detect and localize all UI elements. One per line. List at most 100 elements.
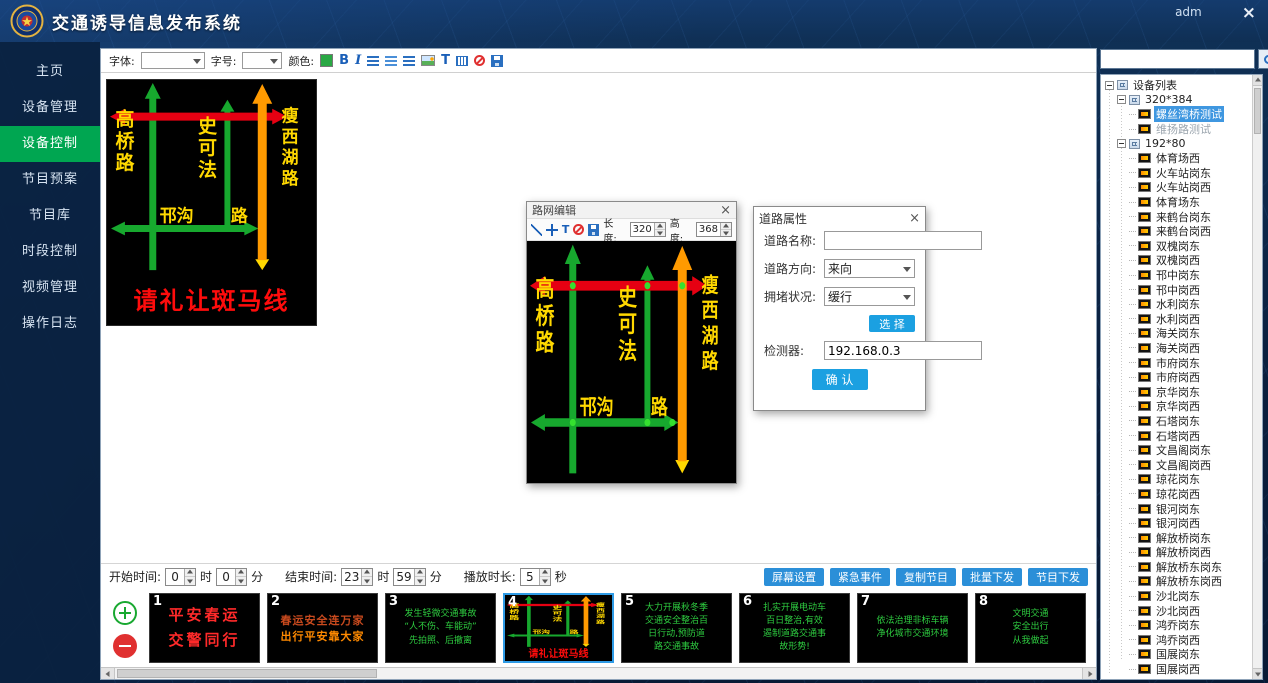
road-name-input[interactable] xyxy=(824,231,982,250)
sidebar-item[interactable]: 设备控制 xyxy=(0,126,100,162)
scroll-down-arrow-icon[interactable] xyxy=(1253,668,1262,679)
scroll-left-arrow-icon[interactable] xyxy=(101,668,115,679)
device-group[interactable]: 192*80 xyxy=(1105,136,1252,151)
action-button[interactable]: 紧急事件 xyxy=(830,568,890,586)
delete-icon[interactable] xyxy=(573,224,584,235)
font-select[interactable] xyxy=(141,52,205,69)
italic-button[interactable]: I xyxy=(355,54,361,67)
device-tree-item[interactable]: 琼花岗东 xyxy=(1105,472,1252,487)
expand-toggle-icon[interactable] xyxy=(1117,95,1126,104)
program-thumbnail[interactable]: 6扎实开展电动车百日整治,有效遏制道路交通事故形势! xyxy=(739,593,850,663)
expand-toggle-icon[interactable] xyxy=(1105,81,1114,90)
select-detector-button[interactable]: 选 择 xyxy=(869,315,915,332)
device-tree-item[interactable]: 琼花岗西 xyxy=(1105,487,1252,502)
device-tree-item[interactable]: 双槐岗东 xyxy=(1105,239,1252,254)
device-tree-item[interactable]: 石塔岗东 xyxy=(1105,414,1252,429)
remove-program-button[interactable] xyxy=(113,634,137,658)
sidebar-item[interactable]: 节目预案 xyxy=(0,162,100,198)
device-tree-item[interactable]: 体育场西 xyxy=(1105,151,1252,166)
device-tree-item[interactable]: 解放桥东岗东 xyxy=(1105,560,1252,575)
device-tree-item[interactable]: 螺丝湾桥测试 xyxy=(1105,107,1252,122)
sidebar-item[interactable]: 视频管理 xyxy=(0,270,100,306)
screen-preview[interactable]: 高桥路史可法瘦西湖路邗沟路 请礼让斑马线 xyxy=(106,79,317,326)
device-tree-item[interactable]: 来鹤台岗西 xyxy=(1105,224,1252,239)
start-hour-spinner[interactable]: 0 xyxy=(165,568,196,586)
action-button[interactable]: 复制节目 xyxy=(896,568,956,586)
sidebar-item[interactable]: 设备管理 xyxy=(0,90,100,126)
user-menu[interactable]: adm xyxy=(1175,5,1202,19)
end-hour-spinner[interactable]: 23 xyxy=(341,568,373,586)
draw-line-icon[interactable] xyxy=(531,224,542,236)
device-tree-item[interactable]: 双槐岗西 xyxy=(1105,253,1252,268)
spinner-arrows[interactable] xyxy=(539,569,550,585)
align-left-icon[interactable] xyxy=(367,56,379,66)
window-close-icon[interactable]: × xyxy=(1242,3,1256,23)
bold-button[interactable]: B xyxy=(339,54,349,67)
insert-image-icon[interactable] xyxy=(421,55,435,66)
device-tree-item[interactable]: 鸿乔岗东 xyxy=(1105,618,1252,633)
program-thumbnail[interactable]: 3发生轻微交通事故“人不伤、车能动”先拍照、后撤离 xyxy=(385,593,496,663)
spinner-arrows[interactable] xyxy=(235,569,246,585)
close-icon[interactable]: × xyxy=(720,204,731,217)
program-thumbnail[interactable]: 1平安春运交警同行 xyxy=(149,593,260,663)
device-tree-item[interactable]: 银河岗西 xyxy=(1105,516,1252,531)
device-tree-item[interactable]: 银河岗东 xyxy=(1105,501,1252,516)
device-tree-item[interactable]: 市府岗东 xyxy=(1105,355,1252,370)
program-thumbnail[interactable]: 4高桥路史可法瘦西湖路邗沟路请礼让斑马线 xyxy=(503,593,614,663)
prohibit-icon[interactable] xyxy=(474,55,485,66)
device-tree-item[interactable]: 文昌阁岗东 xyxy=(1105,443,1252,458)
scrollbar-thumb[interactable] xyxy=(117,669,377,678)
device-tree-item[interactable]: 沙北岗西 xyxy=(1105,603,1252,618)
device-tree-item[interactable]: 火车站岗东 xyxy=(1105,166,1252,181)
device-tree-item[interactable]: 京华岗东 xyxy=(1105,384,1252,399)
horizontal-scrollbar[interactable] xyxy=(101,667,1096,679)
end-minute-spinner[interactable]: 59 xyxy=(393,568,425,586)
height-spinner[interactable]: 368 xyxy=(696,222,732,237)
device-tree-item[interactable]: 京华岗西 xyxy=(1105,399,1252,414)
action-button[interactable]: 屏幕设置 xyxy=(764,568,824,586)
expand-toggle-icon[interactable] xyxy=(1117,139,1126,148)
duration-spinner[interactable]: 5 xyxy=(520,568,551,586)
detector-input[interactable] xyxy=(824,341,982,360)
crosshair-icon[interactable] xyxy=(546,224,557,236)
device-tree-item[interactable]: 解放桥岗西 xyxy=(1105,545,1252,560)
device-tree-item[interactable]: 石塔岗西 xyxy=(1105,428,1252,443)
device-tree-root[interactable]: 设备列表 xyxy=(1105,78,1252,93)
text-tool-icon[interactable]: T xyxy=(562,224,570,235)
add-program-button[interactable] xyxy=(113,601,137,625)
sidebar-item[interactable]: 主页 xyxy=(0,54,100,90)
text-tool-button[interactable]: T xyxy=(441,54,450,67)
scroll-right-arrow-icon[interactable] xyxy=(1082,668,1096,679)
spinner-arrows[interactable] xyxy=(184,569,195,585)
scrollbar-track[interactable] xyxy=(115,668,1082,679)
program-thumbnail[interactable]: 2春运安全连万家出行平安靠大家 xyxy=(267,593,378,663)
close-icon[interactable]: × xyxy=(909,212,920,225)
program-thumbnail[interactable]: 5大力开展秋冬季交通安全整治百日行动,预防道路交通事故 xyxy=(621,593,732,663)
device-tree-item[interactable]: 维扬路测试 xyxy=(1105,122,1252,137)
road-direction-select[interactable]: 来向 xyxy=(824,259,915,278)
device-tree-item[interactable]: 解放桥岗东 xyxy=(1105,530,1252,545)
dialog-titlebar[interactable]: 道路属性 × xyxy=(754,207,925,229)
device-tree-item[interactable]: 海关岗东 xyxy=(1105,326,1252,341)
device-tree-item[interactable]: 国展岗东 xyxy=(1105,647,1252,662)
editor-diagram[interactable]: 高桥路史可法瘦西湖路邗沟路 xyxy=(527,241,736,483)
dialog-titlebar[interactable]: 路网编辑 × xyxy=(527,202,736,219)
save-icon[interactable] xyxy=(588,224,599,236)
length-spinner[interactable]: 320 xyxy=(630,222,666,237)
device-search-input[interactable] xyxy=(1100,49,1255,69)
start-minute-spinner[interactable]: 0 xyxy=(216,568,247,586)
sidebar-item[interactable]: 时段控制 xyxy=(0,234,100,270)
device-tree-item[interactable]: 水利岗西 xyxy=(1105,312,1252,327)
color-swatch[interactable] xyxy=(320,54,333,67)
device-tree-item[interactable]: 鸿乔岗西 xyxy=(1105,633,1252,648)
font-size-select[interactable] xyxy=(242,52,282,69)
device-group[interactable]: 320*384 xyxy=(1105,93,1252,108)
device-tree-item[interactable]: 来鹤台岗东 xyxy=(1105,209,1252,224)
device-tree-item[interactable]: 沙北岗东 xyxy=(1105,589,1252,604)
align-center-icon[interactable] xyxy=(385,56,397,66)
align-right-icon[interactable] xyxy=(403,56,415,66)
device-tree-item[interactable]: 解放桥东岗西 xyxy=(1105,574,1252,589)
device-tree-item[interactable]: 水利岗东 xyxy=(1105,297,1252,312)
sidebar-item[interactable]: 操作日志 xyxy=(0,306,100,342)
marquee-columns-icon[interactable] xyxy=(456,56,468,66)
